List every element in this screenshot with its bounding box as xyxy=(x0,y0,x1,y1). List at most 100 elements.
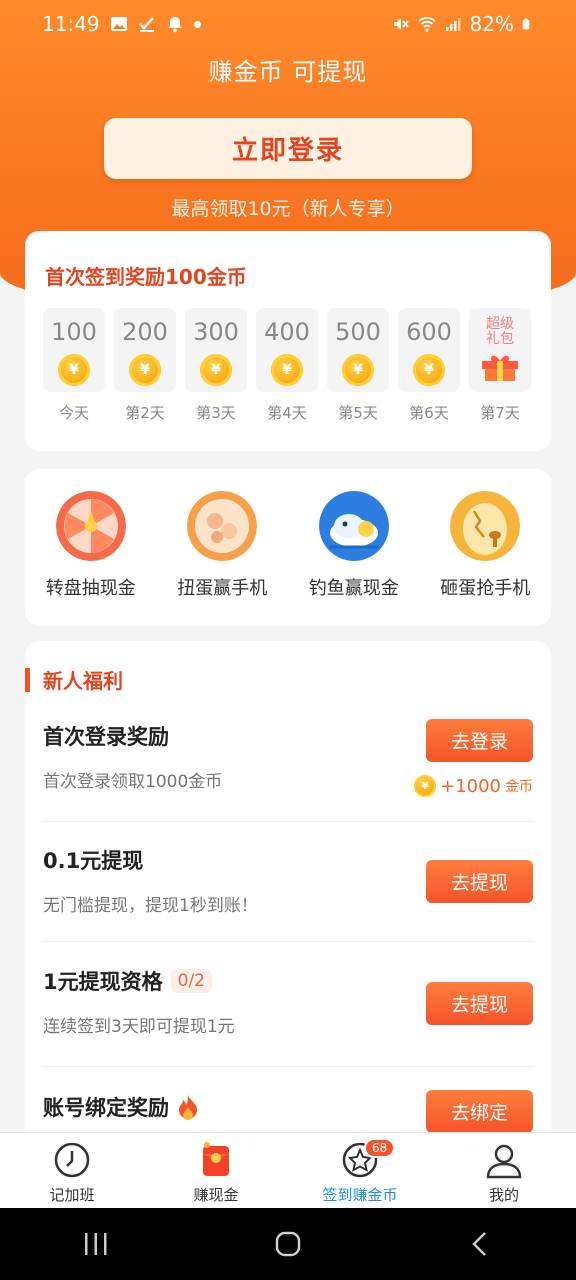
system-nav-bar xyxy=(0,1208,576,1280)
home-button[interactable] xyxy=(258,1224,318,1264)
signin-day-7[interactable]: 超级 礼包 第7天 xyxy=(469,308,531,423)
login-subtitle: 最高领取10元（新人专享） xyxy=(171,198,405,220)
go-withdraw-button[interactable]: 去提现 xyxy=(426,860,533,903)
wifi-icon xyxy=(417,17,436,32)
tab-label: 赚现金 xyxy=(193,1186,239,1204)
tab-label: 我的 xyxy=(488,1186,519,1204)
signin-title: 首次签到奖励100金币 xyxy=(45,265,247,289)
signin-day-1[interactable]: 100 ¥ 今天 xyxy=(43,308,105,423)
day-label: 第6天 xyxy=(409,404,449,422)
coin-icon: ¥ xyxy=(414,775,437,797)
coin-icon: ¥ xyxy=(413,354,445,386)
coin-icon: ¥ xyxy=(271,354,303,386)
back-icon xyxy=(472,1232,486,1256)
coin-icon: ¥ xyxy=(342,354,374,386)
task-title: 账号绑定奖励 xyxy=(43,1096,169,1120)
coin-icon: ¥ xyxy=(200,354,232,386)
gift-box-icon xyxy=(482,355,518,381)
coin-icon: ¥ xyxy=(58,354,90,386)
day-amount: 100 xyxy=(51,318,97,346)
recent-apps-button[interactable] xyxy=(66,1224,126,1264)
day-amount: 400 xyxy=(264,318,310,346)
reward-amount: +1000 xyxy=(440,775,501,797)
games-card: 转盘抽现金 扭蛋赢手机 钓鱼赢现金 砸蛋抢手机 xyxy=(25,469,551,626)
day-label: 第2天 xyxy=(125,404,165,422)
game-capsule[interactable]: 扭蛋赢手机 xyxy=(162,491,282,600)
divider xyxy=(43,941,533,942)
day-label: 第3天 xyxy=(196,404,236,422)
tab-label: 签到赚金币 xyxy=(322,1186,398,1204)
status-time: 11:49 xyxy=(42,12,100,36)
task-withdraw-qualification: 1元提现资格 0/2 连续签到3天即可提现1元 去提现 xyxy=(43,966,533,1037)
coin-icon: ¥ xyxy=(129,354,161,386)
super-gift-text: 礼包 xyxy=(486,331,514,347)
fire-icon xyxy=(179,1095,197,1120)
reward-unit: 金币 xyxy=(505,779,533,795)
page-title: 赚金币 可提现 xyxy=(208,58,368,86)
game-fishing[interactable]: 钓鱼赢现金 xyxy=(294,491,414,600)
tab-earn-cash[interactable]: 赚现金 xyxy=(144,1133,288,1208)
fish-icon xyxy=(318,491,389,561)
user-icon xyxy=(486,1144,522,1179)
task-title: 1元提现资格 xyxy=(43,970,163,994)
more-notifications-dot xyxy=(193,20,201,28)
signin-day-6[interactable]: 600 ¥ 第6天 xyxy=(398,308,460,423)
task-account-bind: 账号绑定奖励 去绑定 xyxy=(43,1090,533,1133)
capsule-icon xyxy=(187,491,258,561)
signin-day-4[interactable]: 400 ¥ 第4天 xyxy=(256,308,318,423)
section-title: 新人福利 xyxy=(43,669,123,693)
home-icon xyxy=(275,1231,301,1257)
notification-bell-icon xyxy=(167,17,182,33)
task-withdraw-0-1: 0.1元提现 无门槛提现，提现1秒到账！ 去提现 xyxy=(43,845,533,916)
go-bind-button[interactable]: 去绑定 xyxy=(426,1090,533,1133)
day-amount: 300 xyxy=(193,318,239,346)
game-label: 砸蛋抢手机 xyxy=(440,578,531,599)
login-now-button[interactable]: 立即登录 xyxy=(104,118,472,179)
notification-badge: 68 xyxy=(364,1138,396,1158)
task-title: 0.1元提现 xyxy=(43,849,144,873)
signin-day-3[interactable]: 300 ¥ 第3天 xyxy=(185,308,247,423)
clock-icon xyxy=(54,1142,90,1178)
signin-card: 首次签到奖励100金币 100 ¥ 今天 200 ¥ 第2天 300 ¥ 第3天 40… xyxy=(25,231,551,451)
day-amount: 500 xyxy=(335,318,381,346)
tab-label: 记加班 xyxy=(49,1186,95,1204)
progress-badge: 0/2 xyxy=(170,969,212,993)
tab-profile[interactable]: 我的 xyxy=(432,1133,576,1208)
red-envelope-icon xyxy=(203,1142,229,1176)
go-withdraw-button[interactable]: 去提现 xyxy=(426,982,533,1025)
go-login-button[interactable]: 去登录 xyxy=(426,719,533,762)
divider xyxy=(43,1066,533,1067)
gallery-icon xyxy=(110,17,127,31)
day-label: 今天 xyxy=(58,404,89,422)
section-header: 新人福利 xyxy=(25,665,123,694)
signin-days: 100 ¥ 今天 200 ¥ 第2天 300 ¥ 第3天 400 ¥ 第4天 500 ¥ … xyxy=(43,308,531,423)
reward-info: ¥ +1000 金币 xyxy=(414,775,533,797)
game-wheel[interactable]: 转盘抽现金 xyxy=(31,491,151,600)
game-label: 钓鱼赢现金 xyxy=(308,578,399,599)
game-label: 扭蛋赢手机 xyxy=(177,578,268,599)
battery-percentage: 82% xyxy=(469,12,514,36)
day-label: 第7天 xyxy=(480,404,520,422)
task-title: 首次登录奖励 xyxy=(43,725,169,749)
status-bar: 11:49 82% xyxy=(0,0,576,48)
signin-day-2[interactable]: 200 ¥ 第2天 xyxy=(114,308,176,423)
day-amount: 200 xyxy=(122,318,168,346)
task-first-login: 首次登录奖励 首次登录领取1000金币 去登录 ¥ +1000 金币 xyxy=(43,719,533,797)
task-check-icon xyxy=(138,17,154,32)
bottom-tab-bar: 记加班 赚现金 68 签到赚金币 我的 xyxy=(0,1132,576,1208)
tab-signin-coins[interactable]: 68 签到赚金币 xyxy=(288,1133,432,1208)
tab-overtime[interactable]: 记加班 xyxy=(0,1133,144,1208)
wheel-icon xyxy=(55,491,126,561)
section-accent-bar xyxy=(25,667,30,692)
divider xyxy=(43,821,533,822)
game-label: 转盘抽现金 xyxy=(45,578,136,599)
day-amount: 600 xyxy=(406,318,452,346)
signal-icon xyxy=(445,18,461,31)
day-label: 第4天 xyxy=(267,404,307,422)
game-golden-egg[interactable]: 砸蛋抢手机 xyxy=(425,491,545,600)
recent-apps-icon xyxy=(85,1233,107,1255)
signin-day-5[interactable]: 500 ¥ 第5天 xyxy=(327,308,389,423)
day-label: 第5天 xyxy=(338,404,378,422)
golden-egg-icon xyxy=(450,491,521,561)
back-button[interactable] xyxy=(450,1224,510,1264)
